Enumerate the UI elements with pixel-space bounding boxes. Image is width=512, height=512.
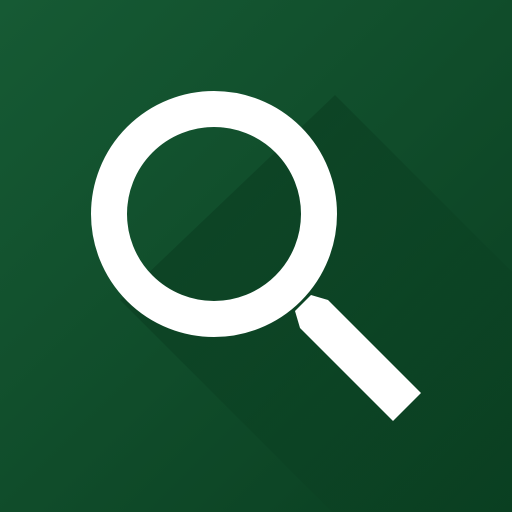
app-icon: [0, 0, 512, 512]
search-icon: [0, 0, 512, 512]
